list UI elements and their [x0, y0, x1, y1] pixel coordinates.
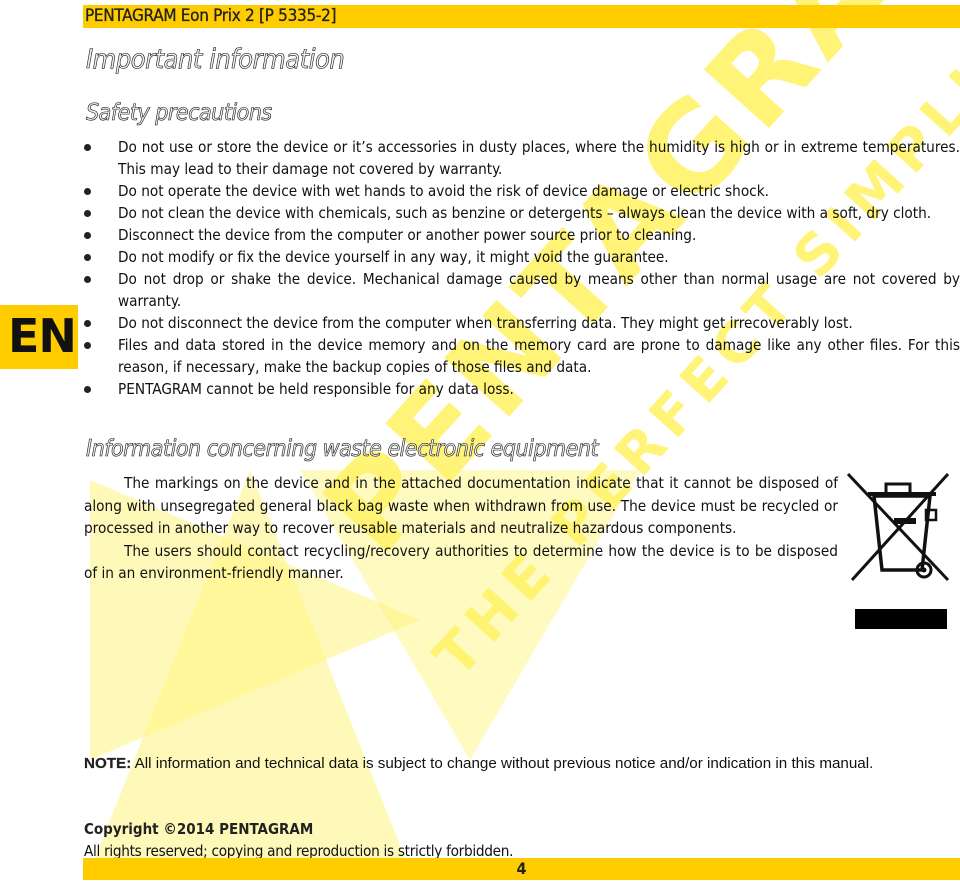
page-number: 4: [516, 859, 527, 878]
bullet-icon: [84, 188, 91, 195]
manual-page: PENTAGRAM Eon Prix 2 [P 5335-2] Importan…: [0, 0, 960, 882]
crossed-out-wheelie-bin-icon: [846, 472, 950, 629]
page-title: Important information: [86, 44, 345, 76]
list-item: Do not disconnect the device from the co…: [84, 312, 960, 334]
bullet-icon: [84, 232, 91, 239]
bullet-icon: [84, 144, 91, 151]
list-item: Do not use or store the device or it’s a…: [84, 136, 960, 180]
list-item: Disconnect the device from the computer …: [84, 224, 960, 246]
list-item: Do not modify or fix the device yourself…: [84, 246, 960, 268]
list-item: Do not drop or shake the device. Mechani…: [84, 268, 960, 312]
safety-list: Do not use or store the device or it’s a…: [84, 136, 960, 400]
bullet-icon: [84, 276, 91, 283]
list-item: Do not operate the device with wet hands…: [84, 180, 960, 202]
waste-body: The markings on the device and in the at…: [84, 472, 838, 585]
list-item: PENTAGRAM cannot be held responsible for…: [84, 378, 960, 400]
waste-paragraph: The markings on the device and in the at…: [84, 474, 838, 538]
list-item: Files and data stored in the device memo…: [84, 334, 960, 378]
list-item: Do not clean the device with chemicals, …: [84, 202, 960, 224]
note-label: NOTE:: [84, 755, 132, 772]
product-title: PENTAGRAM Eon Prix 2 [P 5335-2]: [85, 6, 337, 26]
note-paragraph: NOTE: All information and technical data…: [84, 752, 960, 775]
footer-bar: 4: [83, 858, 960, 880]
waste-heading: Information concerning waste electronic …: [86, 436, 599, 463]
language-label: EN: [8, 309, 77, 363]
language-tab: EN: [0, 305, 78, 369]
bullet-icon: [84, 320, 91, 327]
bullet-icon: [84, 254, 91, 261]
header-bar: PENTAGRAM Eon Prix 2 [P 5335-2]: [83, 5, 960, 28]
safety-heading: Safety precautions: [86, 100, 273, 127]
waste-paragraph: The users should contact recycling/recov…: [84, 541, 838, 583]
bullet-icon: [84, 210, 91, 217]
bullet-icon: [84, 342, 91, 349]
copyright-line: Copyright ©2014 PENTAGRAM: [84, 820, 314, 838]
bullet-icon: [84, 386, 91, 393]
note-text: All information and technical data is su…: [131, 755, 874, 772]
